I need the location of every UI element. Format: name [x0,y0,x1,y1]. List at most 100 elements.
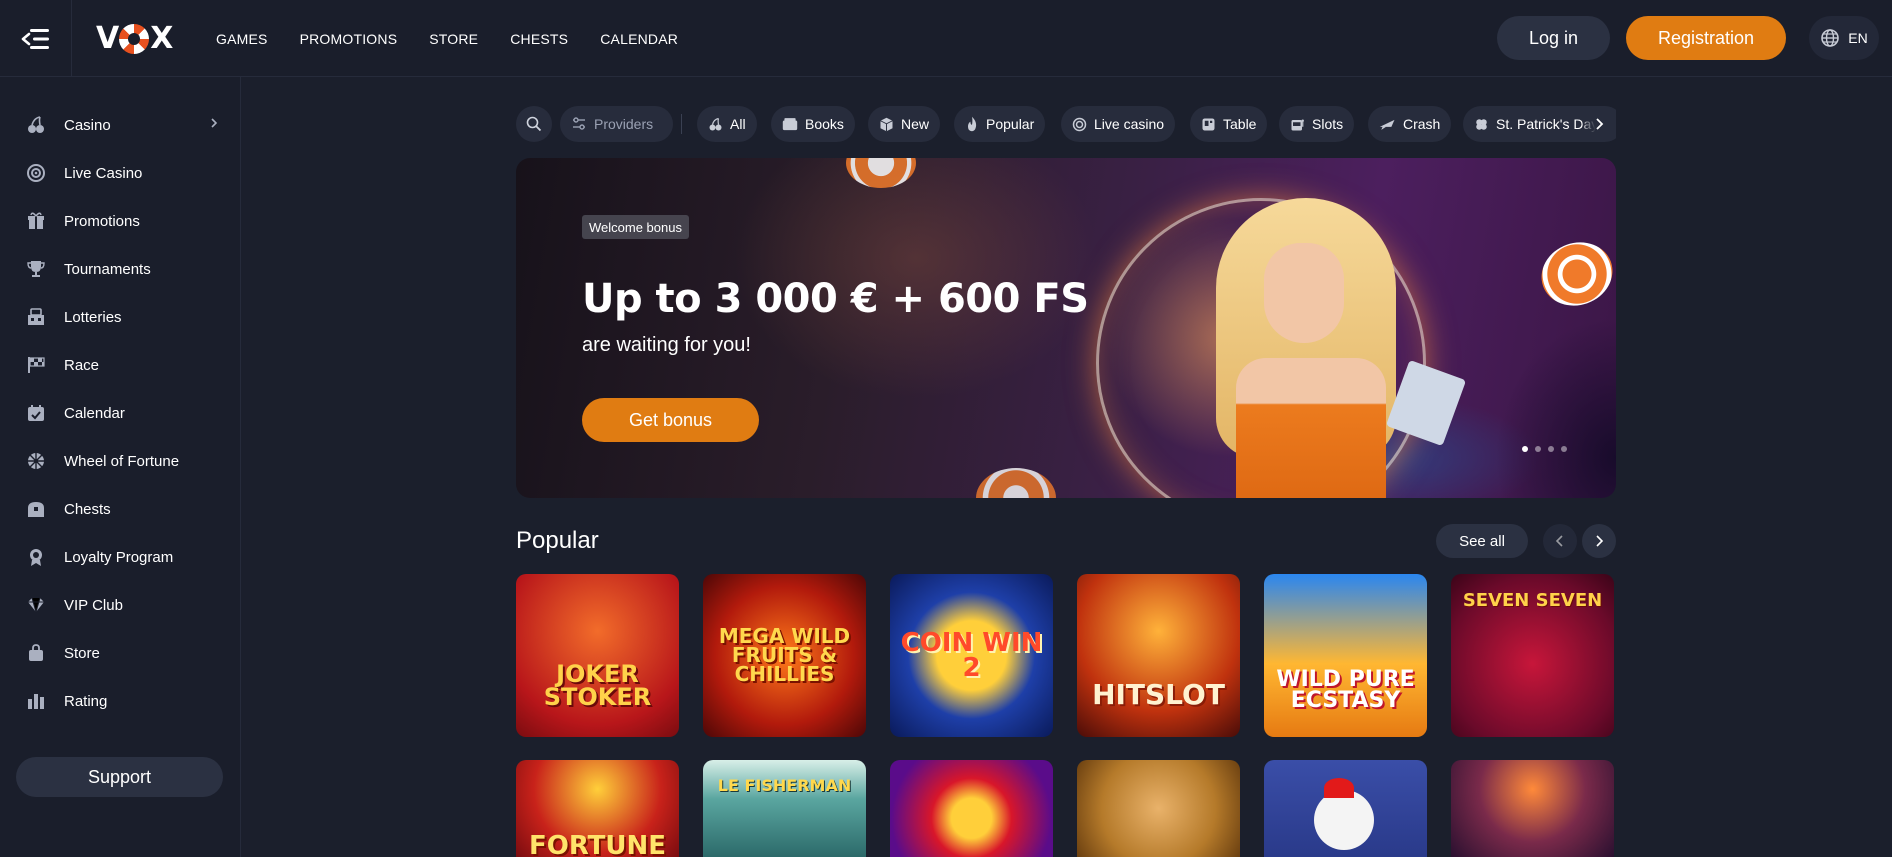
filter-chip-books[interactable]: Books [771,106,855,142]
carousel-dot[interactable] [1548,446,1554,452]
game-tile[interactable] [890,760,1053,857]
sidebar-item-label: Store [64,644,100,662]
sidebar-item-vip-club[interactable]: VIP Club [0,585,240,625]
sidebar-item-loyalty-program[interactable]: Loyalty Program [0,537,240,577]
calendar-icon [26,403,46,423]
sidebar-item-label: Loyalty Program [64,548,174,566]
support-button[interactable]: Support [16,757,223,797]
section-title-popular: Popular [516,527,599,554]
carousel-dot[interactable] [1522,446,1528,452]
lottery-icon [26,307,46,327]
sidebar-item-wheel-of-fortune[interactable]: Wheel of Fortune [0,441,240,481]
sidebar-item-live-casino[interactable]: Live Casino [0,153,240,193]
clover-icon [1476,118,1487,130]
filter-chip-popular[interactable]: Popular [954,106,1046,142]
nav-chests[interactable]: CHESTS [510,31,568,47]
search-button[interactable] [516,106,552,142]
see-all-button[interactable]: See all [1436,524,1528,558]
sidebar-item-label: Casino [64,116,111,134]
chip-label: Crash [1403,116,1441,132]
menu-toggle-button[interactable] [0,0,72,77]
filter-chip-crash[interactable]: Crash [1368,106,1452,142]
providers-filter[interactable]: Providers [560,106,673,142]
banner-title: Up to 3 000 € + 600 FS [582,276,1089,322]
sidebar-item-calendar[interactable]: Calendar [0,393,240,433]
sidebar-item-casino[interactable]: Casino [0,105,240,145]
cherries-icon [26,115,46,135]
sidebar-item-label: Lotteries [64,308,122,326]
casino-chip-image [976,468,1056,498]
plane-icon [1379,119,1395,130]
cube-icon [880,117,893,131]
game-tile[interactable]: LE FISHERMAN [703,760,866,857]
casino-chip-image [1532,232,1616,316]
chevron-right-icon [208,116,220,134]
logo-chip-icon [119,24,150,54]
game-tile[interactable]: SEVEN SEVEN [1451,574,1614,737]
get-bonus-button[interactable]: Get bonus [582,398,759,442]
divider [681,114,682,134]
game-tile[interactable]: COIN WIN 2 [890,574,1053,737]
game-title: SEVEN SEVEN [1462,589,1603,611]
carousel-prev-button[interactable] [1543,524,1577,558]
sidebar-item-race[interactable]: Race [0,345,240,385]
chip-label: Live casino [1094,116,1165,132]
game-tile[interactable]: WILD PURE ECSTASY [1264,574,1427,737]
flame-icon [968,116,977,132]
sidebar: Casino Live Casino Promotions Tournament… [0,77,241,857]
sliders-icon [573,117,585,130]
registration-button[interactable]: Registration [1626,16,1786,60]
nav-calendar[interactable]: CALENDAR [600,31,678,47]
chip-label: All [730,116,746,132]
sidebar-item-store[interactable]: Store [0,633,240,673]
login-button[interactable]: Log in [1497,16,1610,60]
sidebar-item-promotions[interactable]: Promotions [0,201,240,241]
logo[interactable]: VX [96,21,173,56]
game-tile[interactable]: JOKER STOKER [516,574,679,737]
table-icon [1202,118,1215,130]
filter-chip-slots[interactable]: Slots [1279,106,1355,142]
sidebar-item-label: Chests [64,500,111,518]
sidebar-item-label: Live Casino [64,164,143,182]
game-tile[interactable] [1264,760,1427,857]
carousel-dot[interactable] [1535,446,1541,452]
language-code: EN [1848,30,1868,46]
hostess-illustration [1176,198,1436,498]
game-tile[interactable]: HITSLOT [1077,574,1240,737]
game-tile[interactable] [1077,760,1240,857]
chip-label: Popular [986,116,1035,132]
promo-banner[interactable]: Welcome bonus Up to 3 000 € + 600 FS are… [516,158,1616,498]
nav-store[interactable]: STORE [429,31,478,47]
game-title: LE FISHERMAN [717,776,852,796]
header: VX GAMES PROMOTIONS STORE CHESTS CALENDA… [0,0,1892,77]
filter-chip-live-casino[interactable]: Live casino [1061,106,1176,142]
carousel-dot[interactable] [1561,446,1567,452]
nav-promotions[interactable]: PROMOTIONS [300,31,398,47]
race-flag-icon [26,355,46,375]
language-selector[interactable]: EN [1809,16,1879,60]
chicken-illustration [1314,790,1374,850]
sidebar-item-label: Promotions [64,212,140,230]
nav-games[interactable]: GAMES [216,31,268,47]
rating-icon [26,691,46,711]
filter-chip-all[interactable]: All [697,106,757,142]
game-tile[interactable] [1451,760,1614,857]
filter-chip-table[interactable]: Table [1190,106,1268,142]
search-icon [526,116,542,132]
menu-collapse-icon [21,28,49,49]
game-tile[interactable]: MEGA WILD FRUITS & Chillies [703,574,866,737]
sidebar-item-chests[interactable]: Chests [0,489,240,529]
diamond-icon [26,595,46,615]
game-title: HITSLOT [1092,678,1225,712]
sidebar-item-tournaments[interactable]: Tournaments [0,249,240,289]
sidebar-item-rating[interactable]: Rating [0,681,240,721]
filter-chip-new[interactable]: New [868,106,941,142]
game-tile[interactable]: FORTUNE [516,760,679,857]
carousel-next-button[interactable] [1582,524,1616,558]
roulette-icon [26,163,46,183]
wheel-icon [26,451,46,471]
sidebar-item-label: Wheel of Fortune [64,452,180,470]
top-nav: GAMES PROMOTIONS STORE CHESTS CALENDAR [216,0,678,77]
sidebar-item-lotteries[interactable]: Lotteries [0,297,240,337]
chevron-right-icon [1596,118,1604,130]
